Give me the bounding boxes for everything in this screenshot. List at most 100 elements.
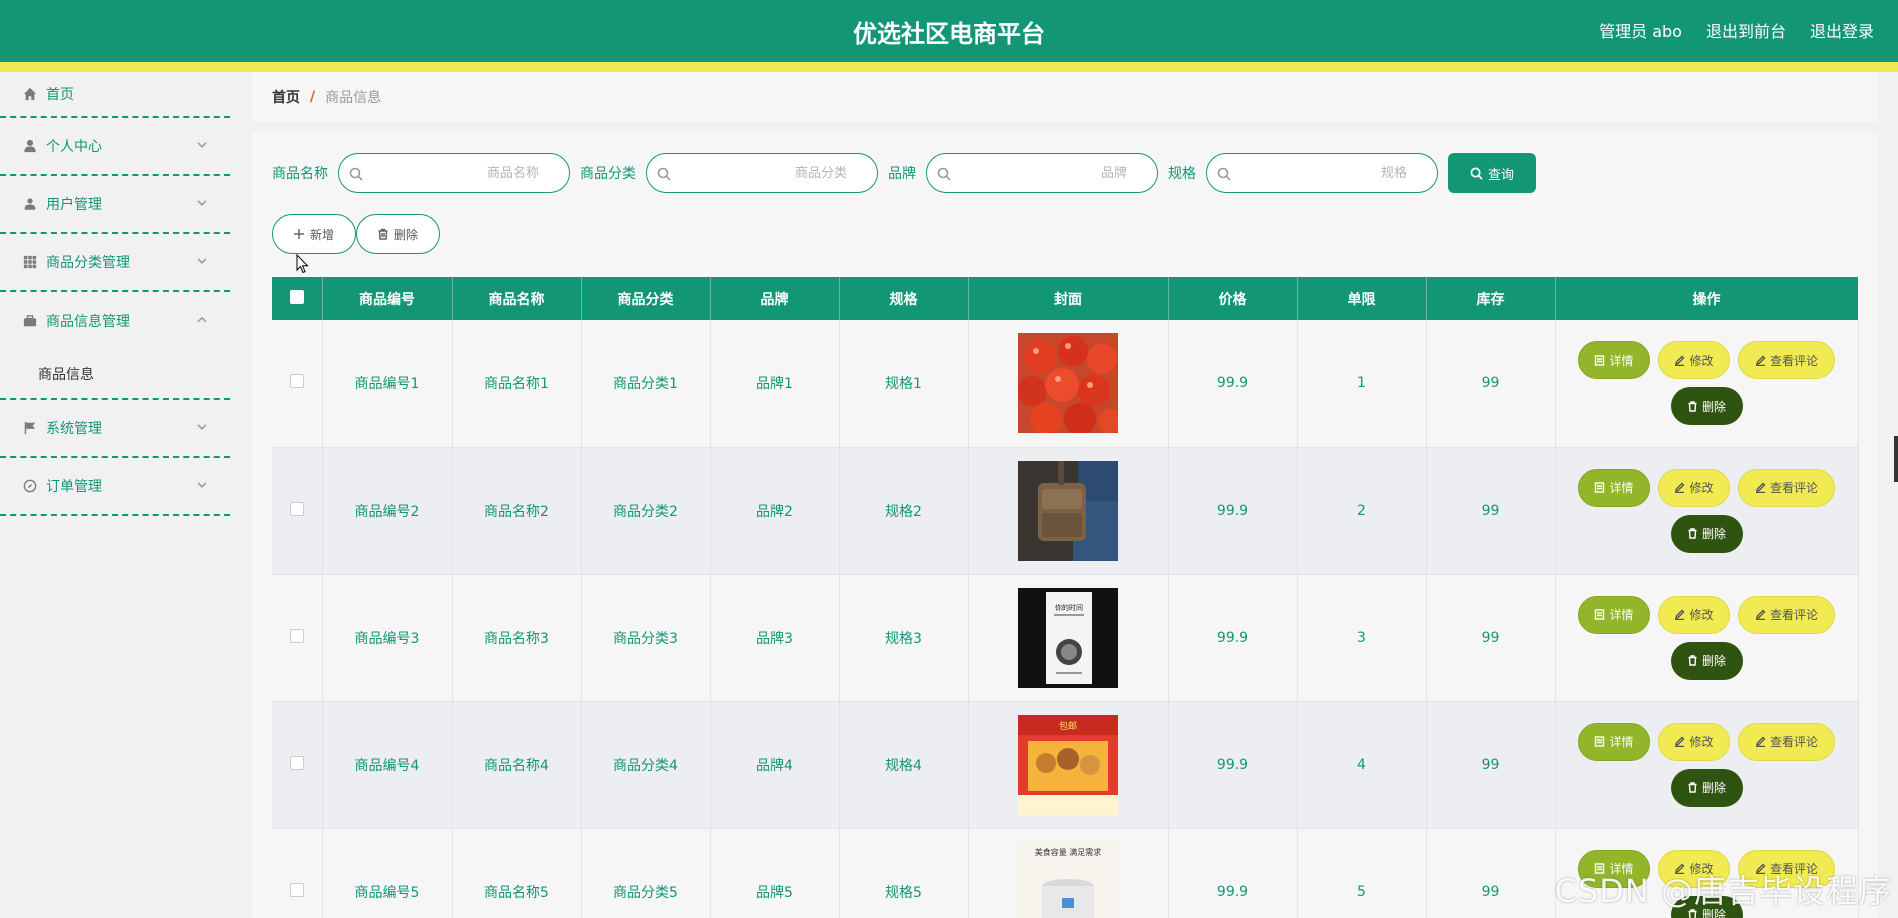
breadcrumb-current: 商品信息 bbox=[325, 90, 382, 106]
watermark: CSDN @唐吉毕设程序 bbox=[1554, 872, 1892, 910]
sidebar-item-category-management[interactable]: 商品分类管理 bbox=[0, 234, 230, 292]
review-label: 查看评论 bbox=[1769, 353, 1818, 368]
breadcrumb-separator: / bbox=[310, 89, 316, 105]
select-all-checkbox[interactable] bbox=[289, 289, 304, 304]
row-checkbox[interactable] bbox=[289, 374, 304, 389]
cell-actions: 详情 修改 查看评论 删除 bbox=[1555, 320, 1859, 448]
query-button[interactable]: 查询 bbox=[1448, 153, 1536, 193]
sidebar-item-system-management[interactable]: 系统管理 bbox=[0, 400, 230, 458]
brand-input[interactable] bbox=[927, 154, 1157, 192]
logout-link[interactable]: 退出登录 bbox=[1810, 18, 1874, 42]
cell-spec: 规格3 bbox=[839, 574, 969, 702]
breadcrumb-home[interactable]: 首页 bbox=[272, 87, 300, 107]
plus-icon bbox=[294, 229, 304, 239]
detail-button[interactable]: 详情 bbox=[1578, 595, 1650, 634]
col-header-code: 商品编号 bbox=[322, 277, 453, 320]
cell-limit: 3 bbox=[1297, 574, 1427, 702]
cell-category: 商品分类1 bbox=[581, 320, 711, 448]
sidebar-item-label: 系统管理 bbox=[46, 421, 102, 437]
row-checkbox[interactable] bbox=[289, 882, 304, 897]
delete-button[interactable]: 删除 bbox=[1670, 768, 1743, 807]
sidebar-item-label: 订单管理 bbox=[46, 479, 102, 495]
edit-button[interactable]: 修改 bbox=[1658, 468, 1730, 507]
view-reviews-button[interactable]: 查看评论 bbox=[1738, 722, 1835, 761]
sidebar-item-label: 用户管理 bbox=[46, 197, 102, 213]
add-button[interactable]: 新增 bbox=[272, 214, 356, 254]
compass-icon bbox=[22, 478, 38, 494]
view-reviews-button[interactable]: 查看评论 bbox=[1738, 341, 1835, 380]
col-header-price: 价格 bbox=[1168, 277, 1298, 320]
product-name-label: 商品名称 bbox=[272, 166, 328, 182]
spec-field bbox=[1206, 153, 1438, 193]
cell-limit: 4 bbox=[1297, 701, 1427, 829]
sidebar-item-user-management[interactable]: 用户管理 bbox=[0, 176, 230, 234]
exit-to-front-link[interactable]: 退出到前台 bbox=[1706, 18, 1786, 42]
pencil-icon bbox=[1675, 609, 1685, 620]
sidebar-item-home[interactable]: 首页 bbox=[0, 72, 230, 118]
cell-code: 商品编号1 bbox=[322, 320, 453, 448]
document-icon bbox=[1595, 736, 1605, 747]
batch-delete-button[interactable]: 删除 bbox=[356, 214, 440, 254]
product-category-input[interactable] bbox=[647, 154, 877, 192]
delete-button[interactable]: 删除 bbox=[1670, 387, 1743, 426]
edit-label: 修改 bbox=[1689, 353, 1714, 368]
cover-image-bag bbox=[1018, 460, 1118, 561]
detail-button[interactable]: 详情 bbox=[1578, 468, 1650, 507]
chevron-up-icon bbox=[196, 314, 208, 326]
row-select-cell bbox=[272, 320, 323, 448]
delete-label: 删除 bbox=[1701, 654, 1726, 668]
row-select-cell bbox=[272, 701, 323, 829]
delete-button[interactable]: 删除 bbox=[1670, 514, 1743, 553]
view-reviews-button[interactable]: 查看评论 bbox=[1738, 468, 1835, 507]
sidebar-subitem-product-info[interactable]: 商品信息 bbox=[0, 350, 230, 400]
book-title-text: 你的时间 bbox=[1055, 603, 1083, 612]
cell-stock: 99 bbox=[1426, 574, 1556, 702]
delete-button[interactable]: 删除 bbox=[1670, 641, 1743, 680]
cell-price: 99.9 bbox=[1168, 320, 1298, 448]
sidebar-item-personal-center[interactable]: 个人中心 bbox=[0, 118, 230, 176]
pencil-icon bbox=[1755, 355, 1766, 366]
cell-spec: 规格4 bbox=[839, 701, 969, 829]
review-label: 查看评论 bbox=[1769, 735, 1818, 749]
scrollbar-thumb[interactable] bbox=[1894, 436, 1898, 482]
table-row: 商品编号1 商品名称1 商品分类1 品牌1 规格1 99.9 1 99 详情 修… bbox=[272, 320, 1859, 448]
cell-spec: 规格1 bbox=[839, 320, 969, 448]
cell-name: 商品名称3 bbox=[452, 574, 582, 702]
cell-actions: 详情 修改 查看评论 删除 bbox=[1555, 447, 1859, 575]
query-button-label: 查询 bbox=[1487, 167, 1514, 183]
detail-button[interactable]: 详情 bbox=[1578, 722, 1650, 761]
cell-price: 99.9 bbox=[1168, 574, 1298, 702]
cell-cover: 包邮 bbox=[968, 701, 1169, 829]
sidebar-item-order-management[interactable]: 订单管理 bbox=[0, 458, 230, 516]
spec-input[interactable] bbox=[1207, 154, 1437, 192]
cell-brand: 品牌5 bbox=[710, 828, 840, 918]
cover-image-gift-box: 包邮 bbox=[1018, 714, 1118, 815]
row-checkbox[interactable] bbox=[289, 628, 304, 643]
delete-label: 删除 bbox=[1701, 399, 1726, 414]
brand-field bbox=[926, 153, 1158, 193]
cover-image-book: 你的时间 bbox=[1018, 587, 1118, 688]
trash-icon bbox=[1688, 782, 1697, 793]
briefcase-icon bbox=[22, 313, 38, 329]
delete-label: 删除 bbox=[1701, 527, 1726, 541]
sidebar-item-label: 商品信息管理 bbox=[46, 314, 130, 330]
detail-button[interactable]: 详情 bbox=[1578, 341, 1650, 380]
flag-icon bbox=[22, 420, 38, 436]
cell-price: 99.9 bbox=[1168, 828, 1298, 918]
product-name-input[interactable] bbox=[339, 154, 569, 192]
pencil-icon bbox=[1755, 482, 1766, 493]
review-label: 查看评论 bbox=[1769, 608, 1818, 622]
cell-category: 商品分类3 bbox=[581, 574, 711, 702]
edit-button[interactable]: 修改 bbox=[1658, 722, 1730, 761]
cell-brand: 品牌2 bbox=[710, 447, 840, 575]
cell-brand: 品牌1 bbox=[710, 320, 840, 448]
row-checkbox[interactable] bbox=[289, 755, 304, 770]
edit-button[interactable]: 修改 bbox=[1658, 341, 1730, 380]
sidebar-item-product-management[interactable]: 商品信息管理 bbox=[0, 292, 230, 350]
view-reviews-button[interactable]: 查看评论 bbox=[1738, 595, 1835, 634]
col-header-brand: 品牌 bbox=[710, 277, 840, 320]
row-checkbox[interactable] bbox=[289, 501, 304, 516]
edit-button[interactable]: 修改 bbox=[1658, 595, 1730, 634]
cell-name: 商品名称4 bbox=[452, 701, 582, 829]
cell-code: 商品编号2 bbox=[322, 447, 453, 575]
